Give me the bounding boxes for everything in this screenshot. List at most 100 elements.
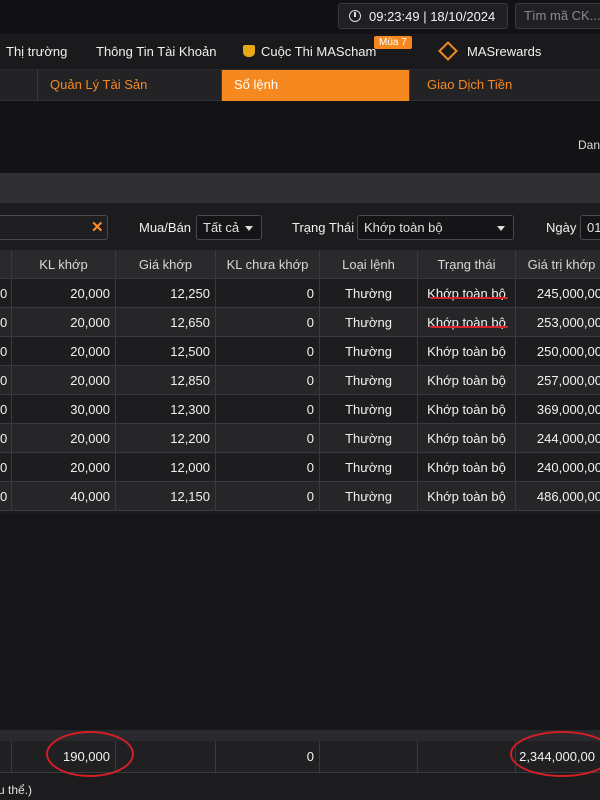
row-status: Khớp toàn bộ <box>418 482 516 511</box>
list-label-truncated: Dan <box>578 138 600 152</box>
trophy-icon <box>243 45 255 57</box>
row-matched-value: 486,000,00 <box>516 482 600 511</box>
status-filter-label: Trạng Thái <box>292 220 355 235</box>
row-matched-qty: 20,000 <box>12 453 116 482</box>
row-order-type: Thường <box>320 366 418 395</box>
col-status[interactable]: Trạng thái <box>418 250 516 279</box>
row-order-type: Thường <box>320 279 418 308</box>
clock-time: 09:23:49 | 18/10/2024 <box>369 8 496 24</box>
row-unmatched-qty: 0 <box>216 453 320 482</box>
row-matched-value: 369,000,00 <box>516 395 600 424</box>
footer-note: u thể.) <box>0 783 33 797</box>
row-unmatched-qty: 0 <box>216 279 320 308</box>
table-row[interactable]: 0 20,000 12,650 0 Thường Khớp toàn bộ 253,000,… <box>0 308 600 337</box>
side-filter-value: Tất cả <box>203 220 240 235</box>
main-menu: Thị trường Thông Tin Tài Khoản Cuộc Thi … <box>0 34 600 70</box>
row-matched-value: 244,000,00 <box>516 424 600 453</box>
col-matched-qty[interactable]: KL khớp <box>12 250 116 279</box>
row-status: Khớp toàn bộ <box>418 424 516 453</box>
row-lead-cell: 0 <box>0 395 12 424</box>
row-matched-qty: 20,000 <box>12 308 116 337</box>
summary-cell <box>418 741 516 773</box>
row-lead-cell: 0 <box>0 453 12 482</box>
clear-icon[interactable]: ✕ <box>91 218 104 236</box>
row-unmatched-qty: 0 <box>216 308 320 337</box>
status-filter-select[interactable]: Khớp toàn bộ <box>357 215 514 240</box>
row-matched-price: 12,850 <box>116 366 216 395</box>
table-row[interactable]: 0 20,000 12,500 0 Thường Khớp toàn bộ 250,000,… <box>0 337 600 366</box>
menu-item-rewards-label: MASrewards <box>467 44 542 59</box>
row-matched-qty: 20,000 <box>12 424 116 453</box>
tab-asset-management[interactable]: Quản Lý Tài Sản <box>38 70 222 101</box>
row-matched-qty: 30,000 <box>12 395 116 424</box>
row-unmatched-qty: 0 <box>216 395 320 424</box>
table-row[interactable]: 0 30,000 12,300 0 Thường Khớp toàn bộ 369,000,… <box>0 395 600 424</box>
stock-search-input[interactable]: Tìm mã CK... <box>515 3 600 29</box>
row-unmatched-qty: 0 <box>216 482 320 511</box>
content-header-area <box>0 101 600 173</box>
menu-item-contest[interactable]: Cuộc Thi MAScham <box>243 44 376 59</box>
date-filter-input[interactable]: 01 <box>580 215 600 240</box>
annotation-underline <box>430 297 508 299</box>
col-order-type[interactable]: Loại lệnh <box>320 250 418 279</box>
section-band <box>0 173 600 203</box>
row-lead-cell: 0 <box>0 279 12 308</box>
row-matched-price: 12,300 <box>116 395 216 424</box>
alarm-clock-icon <box>349 10 361 22</box>
tab-spacer <box>0 70 38 101</box>
row-status: Khớp toàn bộ <box>418 279 516 308</box>
menu-item-market[interactable]: Thị trường <box>6 44 67 59</box>
row-matched-price: 12,500 <box>116 337 216 366</box>
menu-item-account-info[interactable]: Thông Tin Tài Khoản <box>96 44 216 59</box>
row-matched-price: 12,000 <box>116 453 216 482</box>
col-matched-value[interactable]: Giá trị khớp <box>516 250 600 279</box>
row-matched-value: 245,000,00 <box>516 279 600 308</box>
row-matched-price: 12,200 <box>116 424 216 453</box>
row-matched-price: 12,650 <box>116 308 216 337</box>
table-empty-area <box>0 513 600 730</box>
row-matched-value: 257,000,00 <box>516 366 600 395</box>
side-filter-select[interactable]: Tất cả <box>196 215 262 240</box>
row-order-type: Thường <box>320 337 418 366</box>
date-filter-label: Ngày <box>546 220 577 235</box>
row-lead-cell: 0 <box>0 482 12 511</box>
side-filter-label: Mua/Bán <box>139 220 192 235</box>
row-lead-cell: 0 <box>0 337 12 366</box>
row-matched-qty: 20,000 <box>12 279 116 308</box>
table-row[interactable]: 0 20,000 12,850 0 Thường Khớp toàn bộ 257,000,… <box>0 366 600 395</box>
tab-cash-transactions[interactable]: Giao Dịch Tiền <box>415 70 600 101</box>
row-unmatched-qty: 0 <box>216 424 320 453</box>
row-order-type: Thường <box>320 453 418 482</box>
row-matched-value: 253,000,00 <box>516 308 600 337</box>
row-status: Khớp toàn bộ <box>418 453 516 482</box>
clock-display: 09:23:49 | 18/10/2024 <box>338 3 508 29</box>
top-status-bar <box>0 0 600 34</box>
row-order-type: Thường <box>320 308 418 337</box>
table-header-row: KL khớp Giá khớp KL chưa khớp Loại lệnh … <box>0 250 600 279</box>
season-badge: Mùa 7 <box>374 36 412 49</box>
status-filter-value: Khớp toàn bộ <box>364 220 443 235</box>
row-lead-cell: 0 <box>0 424 12 453</box>
row-lead-cell: 0 <box>0 366 12 395</box>
tab-order-book[interactable]: Sổ lệnh <box>222 70 410 101</box>
row-lead-cell: 0 <box>0 308 12 337</box>
row-status: Khớp toàn bộ <box>418 308 516 337</box>
row-unmatched-qty: 0 <box>216 337 320 366</box>
row-status: Khớp toàn bộ <box>418 395 516 424</box>
col-matched-price[interactable]: Giá khớp <box>116 250 216 279</box>
row-matched-value: 240,000,00 <box>516 453 600 482</box>
table-row[interactable]: 0 20,000 12,250 0 Thường Khớp toàn bộ 245,000,… <box>0 279 600 308</box>
table-row[interactable]: 0 20,000 12,200 0 Thường Khớp toàn bộ 244,000,… <box>0 424 600 453</box>
summary-total-unfilled: 0 <box>216 741 320 773</box>
row-unmatched-qty: 0 <box>216 366 320 395</box>
row-order-type: Thường <box>320 424 418 453</box>
diamond-icon <box>438 41 458 61</box>
chevron-down-icon <box>245 226 253 231</box>
row-status: Khớp toàn bộ <box>418 366 516 395</box>
col-unmatched-qty[interactable]: KL chưa khớp <box>216 250 320 279</box>
table-row[interactable]: 0 20,000 12,000 0 Thường Khớp toàn bộ 240,000,… <box>0 453 600 482</box>
menu-item-rewards[interactable]: MASrewards <box>438 41 542 61</box>
table-row[interactable]: 0 40,000 12,150 0 Thường Khớp toàn bộ 486,000,… <box>0 482 600 511</box>
row-matched-qty: 20,000 <box>12 337 116 366</box>
annotation-underline <box>430 326 508 328</box>
